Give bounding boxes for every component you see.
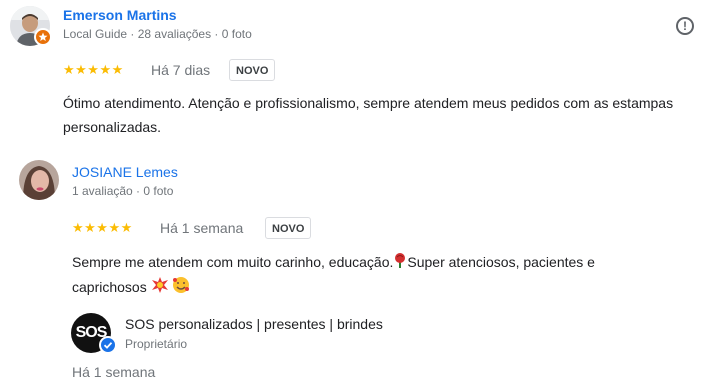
smiling-face-with-hearts-emoji [172,276,190,301]
reviewer-avatar[interactable] [19,160,59,200]
review-date: Há 1 semana [160,220,244,236]
reviewer-name[interactable]: JOSIANE Lemes [72,164,178,180]
review-text-part: caprichosos [72,279,147,296]
star-rating: ★★★★★ [63,62,124,77]
review-text: Sempre me atendem com muito carinho, edu… [72,250,692,301]
owner-role: Proprietário [125,337,188,351]
new-badge: NOVO [229,59,276,81]
reviewer-meta: Local Guide · 28 avaliações · 0 foto [63,27,252,41]
owner-response-date: Há 1 semana [72,364,156,380]
new-badge: NOVO [265,217,312,239]
owner-name: SOS personalizados | presentes | brindes [125,316,383,332]
reviewer-meta: 1 avaliação · 0 foto [72,184,174,198]
review-text-part: Super atenciosos, pacientes e [407,254,595,270]
rose-emoji [393,251,407,275]
report-icon[interactable]: ! [676,17,694,35]
verified-check-icon [99,336,117,354]
reviewer-photo [19,160,59,200]
star-rating: ★★★★★ [72,220,133,235]
review-text: Ótimo atendimento. Atenção e profissiona… [63,95,674,135]
review-date: Há 7 dias [151,62,211,78]
collision-emoji [151,276,169,301]
reviewer-name[interactable]: Emerson Martins [63,7,177,23]
local-guide-icon [34,28,52,46]
review-text-part: Sempre me atendem com muito carinho, edu… [72,254,394,270]
